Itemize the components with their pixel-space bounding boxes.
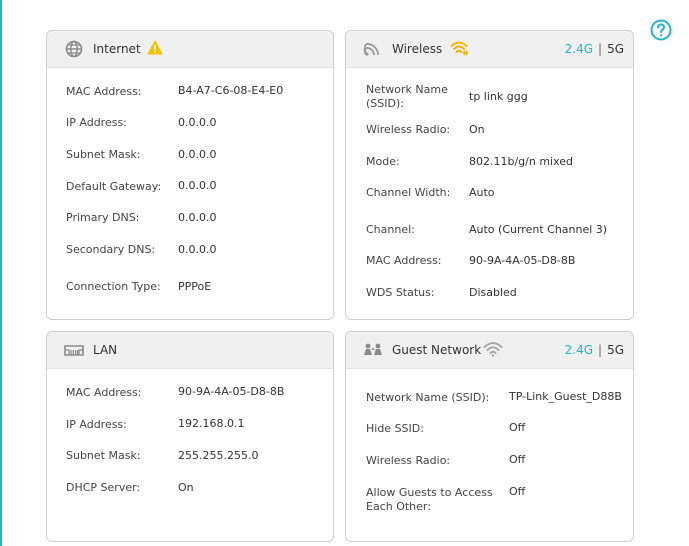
internet-ip-label: IP Address: [66,116,127,129]
internet-secondary-dns-label: Secondary DNS: [66,243,156,256]
internet-primary-dns-value: 0.0.0.0 [178,211,217,224]
guest-ssid-value: TP-Link_Guest_D88B [509,390,622,403]
guest-radio-value: Off [509,453,526,466]
wireless-mode-label: Mode: [366,155,400,168]
guest-network-card-header: Guest Network 2.4G | 5G [346,332,633,369]
wireless-band-separator: | [598,42,603,56]
ethernet-port-icon [64,345,84,356]
wifi-signal-bars-icon [363,43,379,56]
internet-gateway-label: Default Gateway: [66,180,162,193]
lan-card: LAN MAC Address: 90-9A-4A-05-D8-8B IP Ad… [46,331,334,542]
lan-dhcp-value: On [178,481,194,494]
globe-icon [65,40,83,58]
guest-hide-ssid-value: Off [509,421,526,434]
wireless-channel-width-label: Channel Width: [366,186,451,199]
wireless-mac-value: 90-9A-4A-05-D8-8B [469,254,576,267]
wireless-band-5g[interactable]: 5G [607,42,624,56]
internet-primary-dns-label: Primary DNS: [66,211,140,224]
guest-access-each-other-label: Allow Guests to Access Each Other: [366,486,493,513]
internet-connection-type-label: Connection Type: [66,280,161,293]
question-circle-icon[interactable] [650,19,672,41]
wireless-channel-label: Channel: [366,223,415,236]
wireless-radio-label: Wireless Radio: [366,123,451,136]
lan-ip-value: 192.168.0.1 [178,417,245,430]
wireless-ssid-value: tp link ggg [469,90,528,103]
guest-network-title: Guest Network [392,343,482,357]
wireless-wds-value: Disabled [469,286,517,299]
lan-mac-value: 90-9A-4A-05-D8-8B [178,385,285,398]
internet-gateway-value: 0.0.0.0 [178,179,217,192]
wireless-card-header: Wireless 2.4G | 5G [346,31,633,68]
guests-icon [364,343,382,355]
internet-subnet-label: Subnet Mask: [66,148,141,161]
guest-ssid-label: Network Name (SSID): [366,391,490,404]
wireless-radio-value: On [469,123,485,136]
guest-network-card: Guest Network 2.4G | 5G Network Name (SSID… [345,331,634,542]
wireless-mac-label: MAC Address: [366,254,442,267]
wireless-band-24g[interactable]: 2.4G [565,42,593,56]
lan-card-header: LAN [47,332,333,369]
guest-band-switch: 2.4G | 5G [565,343,624,357]
lan-mac-label: MAC Address: [66,386,142,399]
guest-radio-label: Wireless Radio: [366,454,451,467]
wireless-card: Wireless 2.4G | 5G Network Name (SSID): tp… [345,30,634,320]
internet-title: Internet [93,42,141,56]
wireless-band-switch: 2.4G | 5G [565,42,624,56]
left-accent-line [0,0,2,546]
wireless-ssid-label: Network Name (SSID): [366,83,448,110]
guest-band-24g[interactable]: 2.4G [565,343,593,357]
lan-dhcp-label: DHCP Server: [66,481,141,494]
internet-mac-value: B4-A7-C6-08-E4-E0 [178,84,284,97]
wireless-wds-label: WDS Status: [366,286,435,299]
internet-card-header: Internet [47,31,333,68]
internet-card: Internet MAC Address: B4-A7-C6-08-E4-E0 … [46,30,334,320]
lan-ip-label: IP Address: [66,418,127,431]
lan-subnet-value: 255.255.255.0 [178,449,259,462]
wireless-mode-value: 802.11b/g/n mixed [469,155,574,168]
wireless-channel-width-value: Auto [469,186,495,199]
wifi-icon [483,342,503,357]
wifi-warning-icon [450,41,468,56]
internet-subnet-value: 0.0.0.0 [178,148,217,161]
warning-icon [147,40,163,55]
lan-title: LAN [93,343,118,357]
guest-band-5g[interactable]: 5G [607,343,624,357]
wireless-channel-value: Auto (Current Channel 3) [469,223,608,236]
internet-connection-type-value: PPPoE [178,280,212,293]
wireless-title: Wireless [392,42,443,56]
guest-hide-ssid-label: Hide SSID: [366,422,424,435]
guest-band-separator: | [598,343,603,357]
internet-ip-value: 0.0.0.0 [178,116,217,129]
internet-mac-label: MAC Address: [66,85,142,98]
guest-access-each-other-value: Off [509,485,526,498]
internet-secondary-dns-value: 0.0.0.0 [178,243,217,256]
lan-subnet-label: Subnet Mask: [66,449,141,462]
